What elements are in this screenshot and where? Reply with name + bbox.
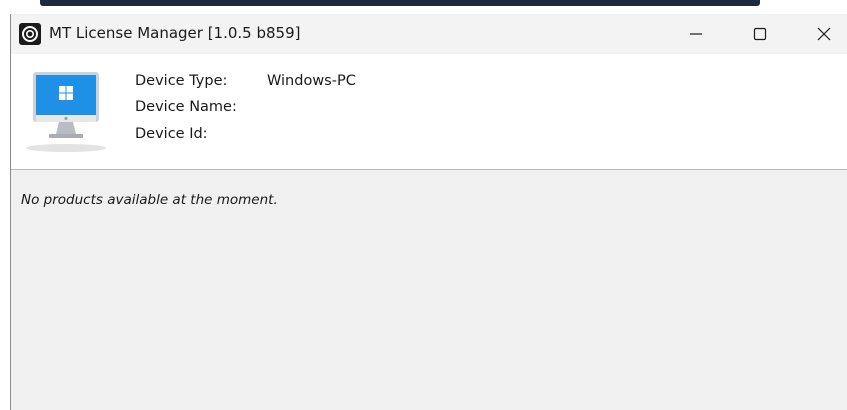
license-manager-window: MT License Manager [1.0.5 b859] Device T… (10, 14, 847, 410)
minimize-button[interactable] (671, 14, 721, 54)
device-type-label: Device Type: (135, 73, 228, 89)
background-strip (0, 0, 847, 14)
minimize-icon (690, 33, 702, 35)
close-icon (817, 27, 831, 41)
maximize-icon (753, 27, 767, 41)
device-info-panel: Device Type: Windows-PC Device Name: Dev… (11, 54, 847, 170)
device-id-label: Device Id: (135, 126, 208, 142)
close-button[interactable] (799, 14, 847, 54)
desktop-computer-icon (23, 68, 109, 154)
device-name-label: Device Name: (135, 99, 237, 115)
title-bar[interactable]: MT License Manager [1.0.5 b859] (11, 14, 847, 54)
background-band (40, 0, 760, 6)
window-title: MT License Manager [1.0.5 b859] (49, 24, 301, 42)
maximize-button[interactable] (735, 14, 785, 54)
device-type-value: Windows-PC (267, 73, 356, 89)
circle-logo-icon[interactable] (19, 23, 41, 45)
no-products-message: No products available at the moment. (21, 192, 278, 208)
products-list: No products available at the moment. (11, 170, 847, 410)
